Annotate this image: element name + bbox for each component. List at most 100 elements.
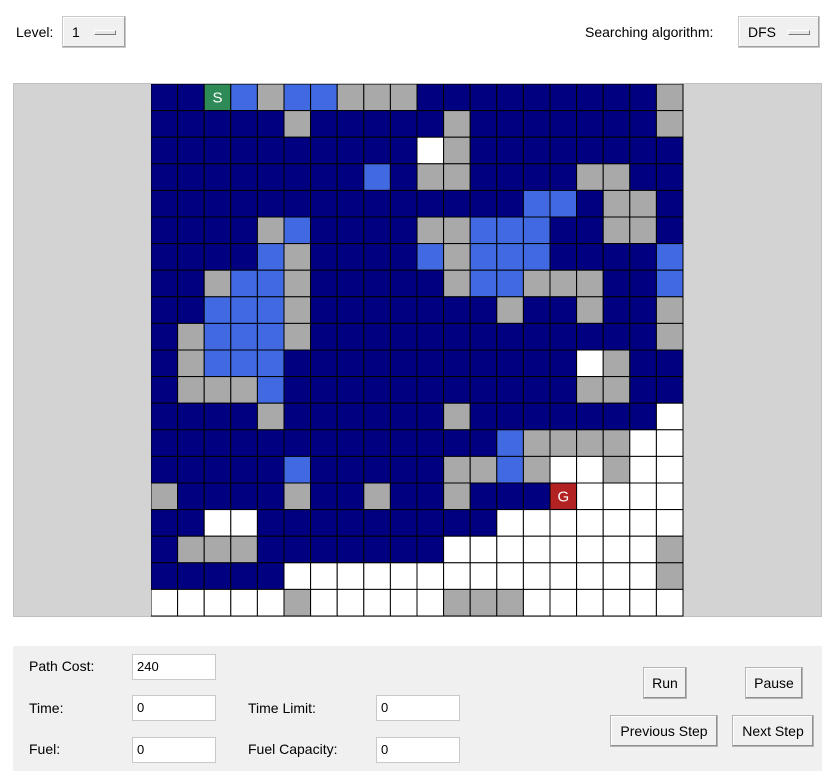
time-limit-field[interactable]: 0 <box>376 695 460 721</box>
water-cell <box>389 110 418 138</box>
pause-button[interactable]: Pause <box>745 667 803 699</box>
water-cell <box>496 376 524 404</box>
water-cell <box>363 216 391 245</box>
water-cell <box>151 136 179 165</box>
obstacle-cell <box>283 296 312 324</box>
water-cell <box>310 482 338 511</box>
dropdown-indicator-icon <box>94 29 116 35</box>
open-cell <box>522 535 551 564</box>
light-cell <box>549 189 578 218</box>
open-cell <box>203 588 232 617</box>
water-cell <box>629 376 657 404</box>
water-cell <box>177 216 205 245</box>
previous-step-button[interactable]: Previous Step <box>610 715 718 747</box>
water-cell <box>151 402 179 431</box>
water-cell <box>230 562 258 590</box>
open-cell <box>443 535 471 564</box>
water-cell <box>655 163 684 191</box>
water-cell <box>389 243 418 271</box>
obstacle-cell <box>602 163 631 191</box>
open-cell <box>629 429 657 457</box>
water-cell <box>389 509 418 537</box>
water-cell <box>151 376 179 404</box>
water-cell <box>416 84 445 112</box>
open-cell <box>522 562 551 590</box>
water-cell <box>496 84 524 112</box>
light-cell <box>256 269 285 298</box>
water-cell <box>177 509 205 537</box>
water-cell <box>336 349 365 378</box>
open-cell <box>576 509 604 537</box>
light-cell <box>496 429 524 457</box>
water-cell <box>629 243 657 271</box>
water-cell <box>363 455 391 484</box>
obstacle-cell <box>469 588 498 617</box>
water-cell <box>389 322 418 351</box>
obstacle-cell <box>416 163 445 191</box>
water-cell <box>443 84 471 112</box>
time-limit-label: Time Limit: <box>248 700 316 716</box>
water-cell <box>496 349 524 378</box>
water-cell <box>363 402 391 431</box>
light-cell <box>310 84 338 112</box>
obstacle-cell <box>256 216 285 245</box>
obstacle-cell <box>602 376 631 404</box>
water-cell <box>283 163 312 191</box>
water-cell <box>203 163 232 191</box>
water-cell <box>522 163 551 191</box>
time-field[interactable]: 0 <box>132 695 216 721</box>
light-cell <box>469 243 498 271</box>
water-cell <box>203 110 232 138</box>
obstacle-cell <box>203 535 232 564</box>
water-cell <box>363 349 391 378</box>
water-cell <box>310 136 338 165</box>
path-cost-field[interactable]: 240 <box>132 654 216 680</box>
water-cell <box>469 402 498 431</box>
open-cell <box>283 562 312 590</box>
water-cell <box>363 189 391 218</box>
water-cell <box>256 562 285 590</box>
water-cell <box>522 84 551 112</box>
open-cell <box>522 509 551 537</box>
light-cell <box>655 269 684 298</box>
water-cell <box>602 296 631 324</box>
water-cell <box>151 322 179 351</box>
water-cell <box>443 429 471 457</box>
fuel-field[interactable]: 0 <box>132 737 216 763</box>
run-button[interactable]: Run <box>643 667 687 699</box>
open-cell <box>549 535 578 564</box>
water-cell <box>469 509 498 537</box>
open-cell <box>389 562 418 590</box>
water-cell <box>363 110 391 138</box>
light-cell <box>203 296 232 324</box>
obstacle-cell <box>549 269 578 298</box>
open-cell <box>629 455 657 484</box>
obstacle-cell <box>283 322 312 351</box>
water-cell <box>522 376 551 404</box>
algorithm-select[interactable]: DFS <box>738 16 820 48</box>
water-cell <box>256 110 285 138</box>
obstacle-cell <box>522 269 551 298</box>
water-cell <box>496 136 524 165</box>
open-cell <box>230 509 258 537</box>
obstacle-cell <box>443 136 471 165</box>
obstacle-cell <box>443 455 471 484</box>
water-cell <box>203 189 232 218</box>
light-cell <box>496 243 524 271</box>
fuel-capacity-field[interactable]: 0 <box>376 737 460 763</box>
water-cell <box>469 482 498 511</box>
water-cell <box>151 84 179 112</box>
water-cell <box>469 136 498 165</box>
water-cell <box>336 322 365 351</box>
open-cell <box>416 588 445 617</box>
open-cell <box>576 349 604 378</box>
path-cost-label: Path Cost: <box>29 658 95 674</box>
water-cell <box>203 402 232 431</box>
water-cell <box>151 110 179 138</box>
obstacle-cell <box>443 482 471 511</box>
water-cell <box>151 216 179 245</box>
water-cell <box>469 84 498 112</box>
water-cell <box>629 349 657 378</box>
next-step-button[interactable]: Next Step <box>732 715 814 747</box>
level-select[interactable]: 1 <box>62 16 126 48</box>
